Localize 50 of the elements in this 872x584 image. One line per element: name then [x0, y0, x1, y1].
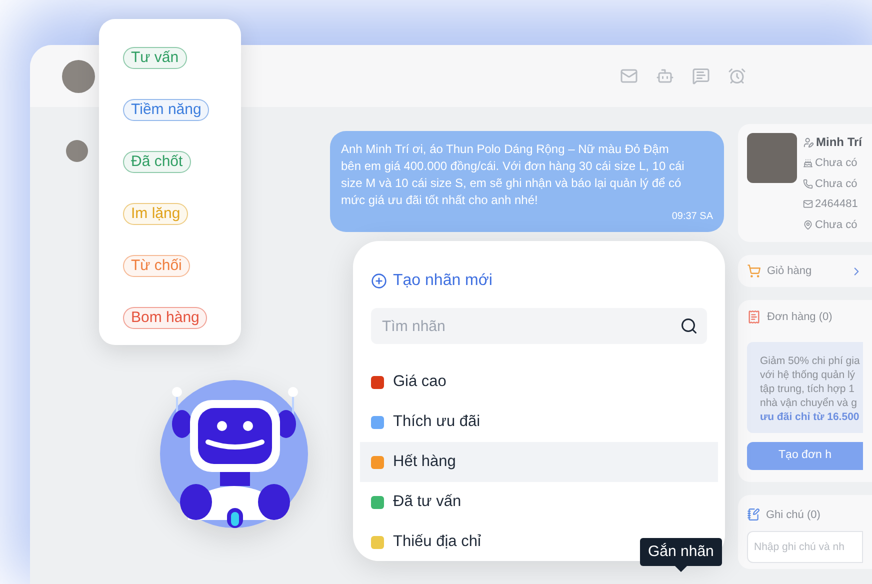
customer-name: Minh Trí: [816, 134, 862, 151]
customer-detail: 2464481: [815, 197, 858, 212]
avatar-photo-placeholder: [66, 140, 88, 162]
robot-icon[interactable]: [656, 67, 674, 85]
customer-detail: Chưa có: [815, 218, 858, 232]
status-tag[interactable]: Tư vấn: [123, 47, 187, 69]
search-field[interactable]: Tìm nhãn: [371, 308, 707, 344]
search-icon[interactable]: [680, 317, 698, 335]
customer-detail: Chưa có: [815, 156, 858, 171]
alarm-clock-icon[interactable]: [728, 67, 746, 85]
status-tag[interactable]: Im lặng: [123, 203, 188, 225]
map-pin-icon: [803, 220, 813, 230]
label-name: Đã tư vấn: [393, 492, 462, 512]
status-tag[interactable]: Tiềm năng: [123, 99, 210, 121]
label-item[interactable]: Hết hàng: [360, 442, 718, 482]
label-name: Giá cao: [393, 372, 446, 392]
user-icon: [803, 136, 814, 148]
orders-title: Đơn hàng (0): [767, 310, 832, 325]
photo-placeholder: [747, 133, 797, 183]
create-order-button[interactable]: Tạo đơn h: [747, 442, 863, 470]
cart-icon: [747, 264, 761, 278]
label-name: Thích ưu đãi: [393, 412, 480, 432]
avatar-photo-placeholder: [62, 60, 95, 92]
cake-icon: [803, 158, 813, 168]
customer-detail: Chưa có: [815, 176, 858, 192]
message-icon[interactable]: [692, 67, 710, 85]
label-name: Hết hàng: [393, 452, 456, 472]
note-input-field[interactable]: Nhập ghi chú và nh: [747, 531, 863, 563]
mail-icon[interactable]: [620, 67, 638, 85]
status-tag[interactable]: Đã chốt: [123, 151, 191, 173]
mail-icon: [803, 199, 813, 210]
status-tag[interactable]: Bom hàng: [123, 307, 208, 329]
label-name: Thiếu địa chỉ: [393, 532, 481, 552]
receipt-icon: [747, 310, 761, 324]
promo-text: tập trung, tích hợp 1: [760, 382, 856, 396]
message-time: 09:37 SA: [672, 210, 713, 224]
note-icon: [747, 508, 760, 522]
cart-title: Giỏ hàng: [767, 264, 812, 279]
promo-text: với hệ thống quản lý: [760, 368, 856, 382]
message-text: Anh Minh Trí ơi, áo Thun Polo Dáng Rộng – Nữ màu Đỏ Đậm bên em giá 400.000 đồng/cái. Với đơn hàng 30 cái size L, 10 cái size M và 10 cái size S, em sẽ ghi nhận và báo lại quản lý để có mức giá ưu đãi tốt nhất cho anh nhé!: [341, 141, 686, 209]
promo-link[interactable]: ưu đãi chỉ từ 16.500: [760, 410, 863, 424]
status-tag[interactable]: Từ chối: [123, 255, 190, 277]
promo-text: nhà vận chuyển và g: [760, 396, 858, 410]
notes-title: Ghi chú (0): [766, 508, 820, 522]
phone-icon: [803, 178, 813, 189]
plus-circle-icon: [371, 273, 387, 289]
cart-card[interactable]: Giỏ hàng: [738, 255, 872, 287]
create-label-button[interactable]: Tạo nhãn mới: [371, 269, 492, 293]
promo-text: Giảm 50% chi phí gia: [760, 354, 861, 368]
tooltip: Gắn nhãn: [640, 538, 722, 572]
